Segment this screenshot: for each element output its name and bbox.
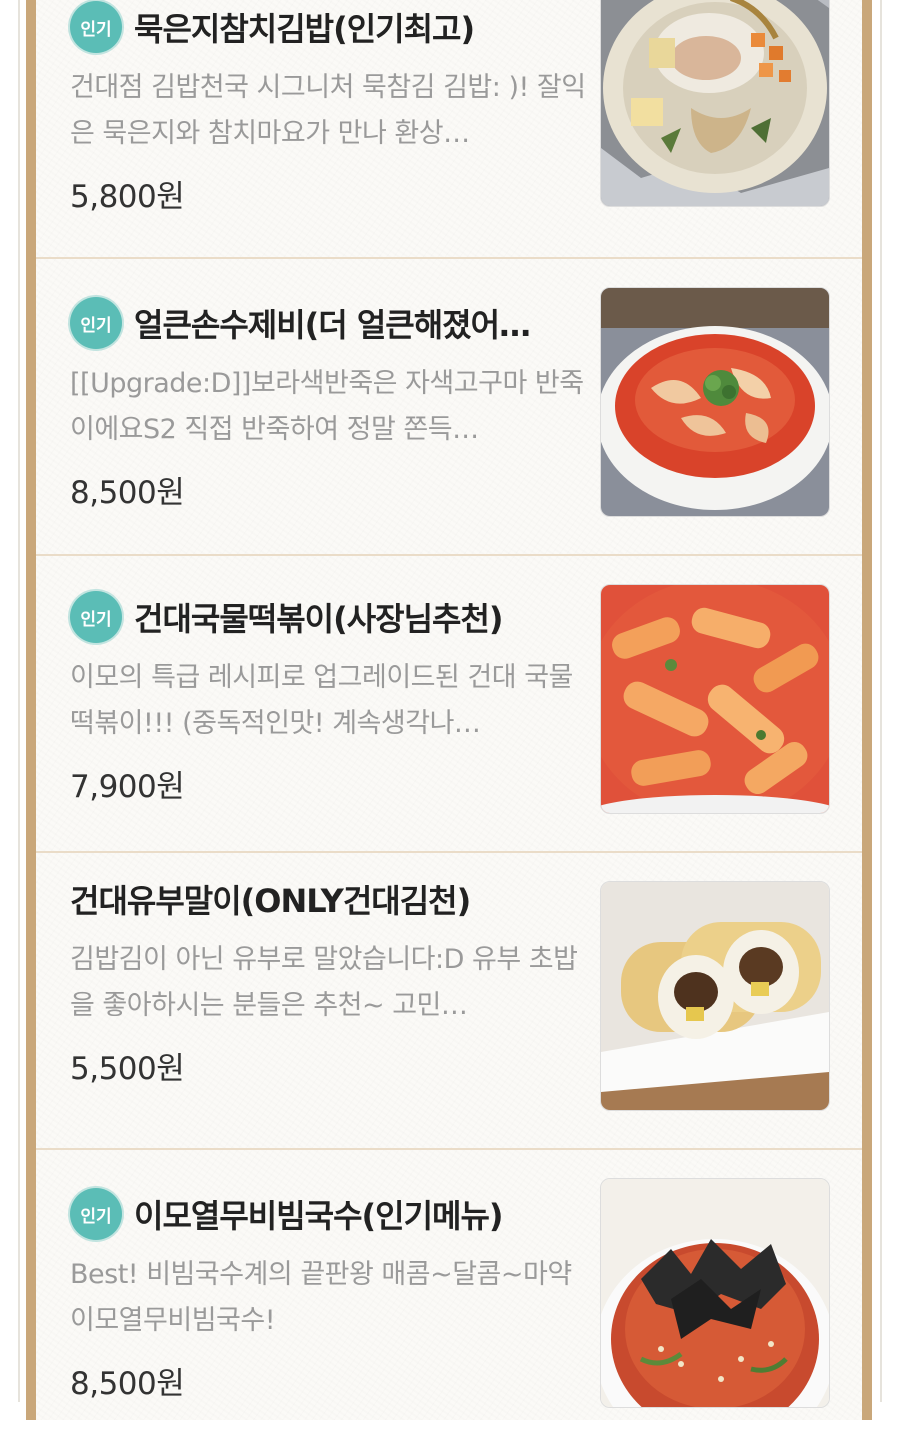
popular-badge: 인기 <box>70 1 122 53</box>
menu-item-description: 이모의 특급 레시피로 업그레이드된 건대 국물떡볶이!!! (중독적인맛! 계… <box>70 662 573 739</box>
menu-item-sujebi[interactable]: 인기 얼큰손수제비(더 얼큰해졌어… [[Upgrade:D]]보라색반죽은 자… <box>36 259 862 556</box>
menu-item-info: 인기 이모열무비빔국수(인기메뉴) Best! 비빔국수계의 끝판왕 매콤~달콤… <box>70 1188 590 1403</box>
menu-item-title-row: 인기 건대국물떡볶이(사장님추천) <box>70 591 590 643</box>
menu-item-name: 이모열무비빔국수(인기메뉴) <box>134 1197 503 1235</box>
page-edge-right <box>880 0 882 1402</box>
sujebi-image <box>601 288 829 516</box>
menu-item-name: 얼큰손수제비(더 얼큰해졌어… <box>134 306 531 344</box>
tteokbokki-photo[interactable] <box>600 584 830 814</box>
menu-item-yubu-roll[interactable]: 건대유부말이(ONLY건대김천) 김밥김이 아닌 유부로 말았습니다:D 유부 … <box>36 853 862 1150</box>
menu-item-price: 5,500원 <box>70 1051 185 1087</box>
menu-frame: 인기 묵은지참치김밥(인기최고) 건대점 김밥천국 시그니처 묵참김 김밥: )… <box>26 0 872 1420</box>
bibim-noodle-photo[interactable] <box>600 1178 830 1408</box>
menu-item-name: 묵은지참치김밥(인기최고) <box>134 10 475 48</box>
popular-badge: 인기 <box>70 297 122 349</box>
menu-item-tteokbokki[interactable]: 인기 건대국물떡볶이(사장님추천) 이모의 특급 레시피로 업그레이드된 건대 … <box>36 556 862 853</box>
menu-item-title-row: 인기 얼큰손수제비(더 얼큰해졌어… <box>70 297 590 349</box>
menu-item-name: 건대국물떡볶이(사장님추천) <box>134 600 503 638</box>
bibim-noodle-image <box>601 1179 829 1407</box>
menu-item-description: Best! 비빔국수계의 끝판왕 매콤~달콤~마약 이모열무비빔국수! <box>70 1259 572 1336</box>
menu-item-info: 건대유부말이(ONLY건대김천) 김밥김이 아닌 유부로 말았습니다:D 유부 … <box>70 873 590 1088</box>
menu-item-description: [[Upgrade:D]]보라색반죽은 자색고구마 반죽이에요S2 직접 반죽하… <box>70 368 584 445</box>
menu-item-price: 5,800원 <box>70 179 185 215</box>
popular-badge: 인기 <box>70 1188 122 1240</box>
menu-item-title-row: 인기 묵은지참치김밥(인기최고) <box>70 1 590 53</box>
menu-item-name: 건대유부말이(ONLY건대김천) <box>70 882 471 920</box>
popular-badge: 인기 <box>70 591 122 643</box>
menu-item-info: 인기 얼큰손수제비(더 얼큰해졌어… [[Upgrade:D]]보라색반죽은 자… <box>70 297 590 512</box>
yubu-roll-image <box>601 882 829 1110</box>
menu-item-price: 7,900원 <box>70 769 185 805</box>
menu-item-info: 인기 묵은지참치김밥(인기최고) 건대점 김밥천국 시그니처 묵참김 김밥: )… <box>70 1 590 216</box>
page-edge-left <box>18 0 20 1402</box>
tteokbokki-image <box>601 585 829 813</box>
yubu-roll-photo[interactable] <box>600 881 830 1111</box>
sujebi-photo[interactable] <box>600 287 830 517</box>
kimbap-photo[interactable] <box>600 0 830 207</box>
menu-list: 인기 묵은지참치김밥(인기최고) 건대점 김밥천국 시그니처 묵참김 김밥: )… <box>36 0 862 1420</box>
menu-item-info: 인기 건대국물떡볶이(사장님추천) 이모의 특급 레시피로 업그레이드된 건대 … <box>70 591 590 806</box>
kimbap-image <box>601 0 829 206</box>
menu-item-price: 8,500원 <box>70 1366 185 1402</box>
menu-item-bibim-noodle[interactable]: 인기 이모열무비빔국수(인기메뉴) Best! 비빔국수계의 끝판왕 매콤~달콤… <box>36 1150 862 1447</box>
menu-item-price: 8,500원 <box>70 475 185 511</box>
menu-item-title-row: 건대유부말이(ONLY건대김천) <box>70 873 590 925</box>
menu-item-description: 김밥김이 아닌 유부로 말았습니다:D 유부 초밥을 좋아하시는 분들은 추천~… <box>70 944 578 1021</box>
menu-item-kimbap[interactable]: 인기 묵은지참치김밥(인기최고) 건대점 김밥천국 시그니처 묵참김 김밥: )… <box>36 0 862 259</box>
menu-item-title-row: 인기 이모열무비빔국수(인기메뉴) <box>70 1188 590 1240</box>
menu-item-description: 건대점 김밥천국 시그니처 묵참김 김밥: )! 잘익은 묵은지와 참치마요가 … <box>70 72 586 149</box>
